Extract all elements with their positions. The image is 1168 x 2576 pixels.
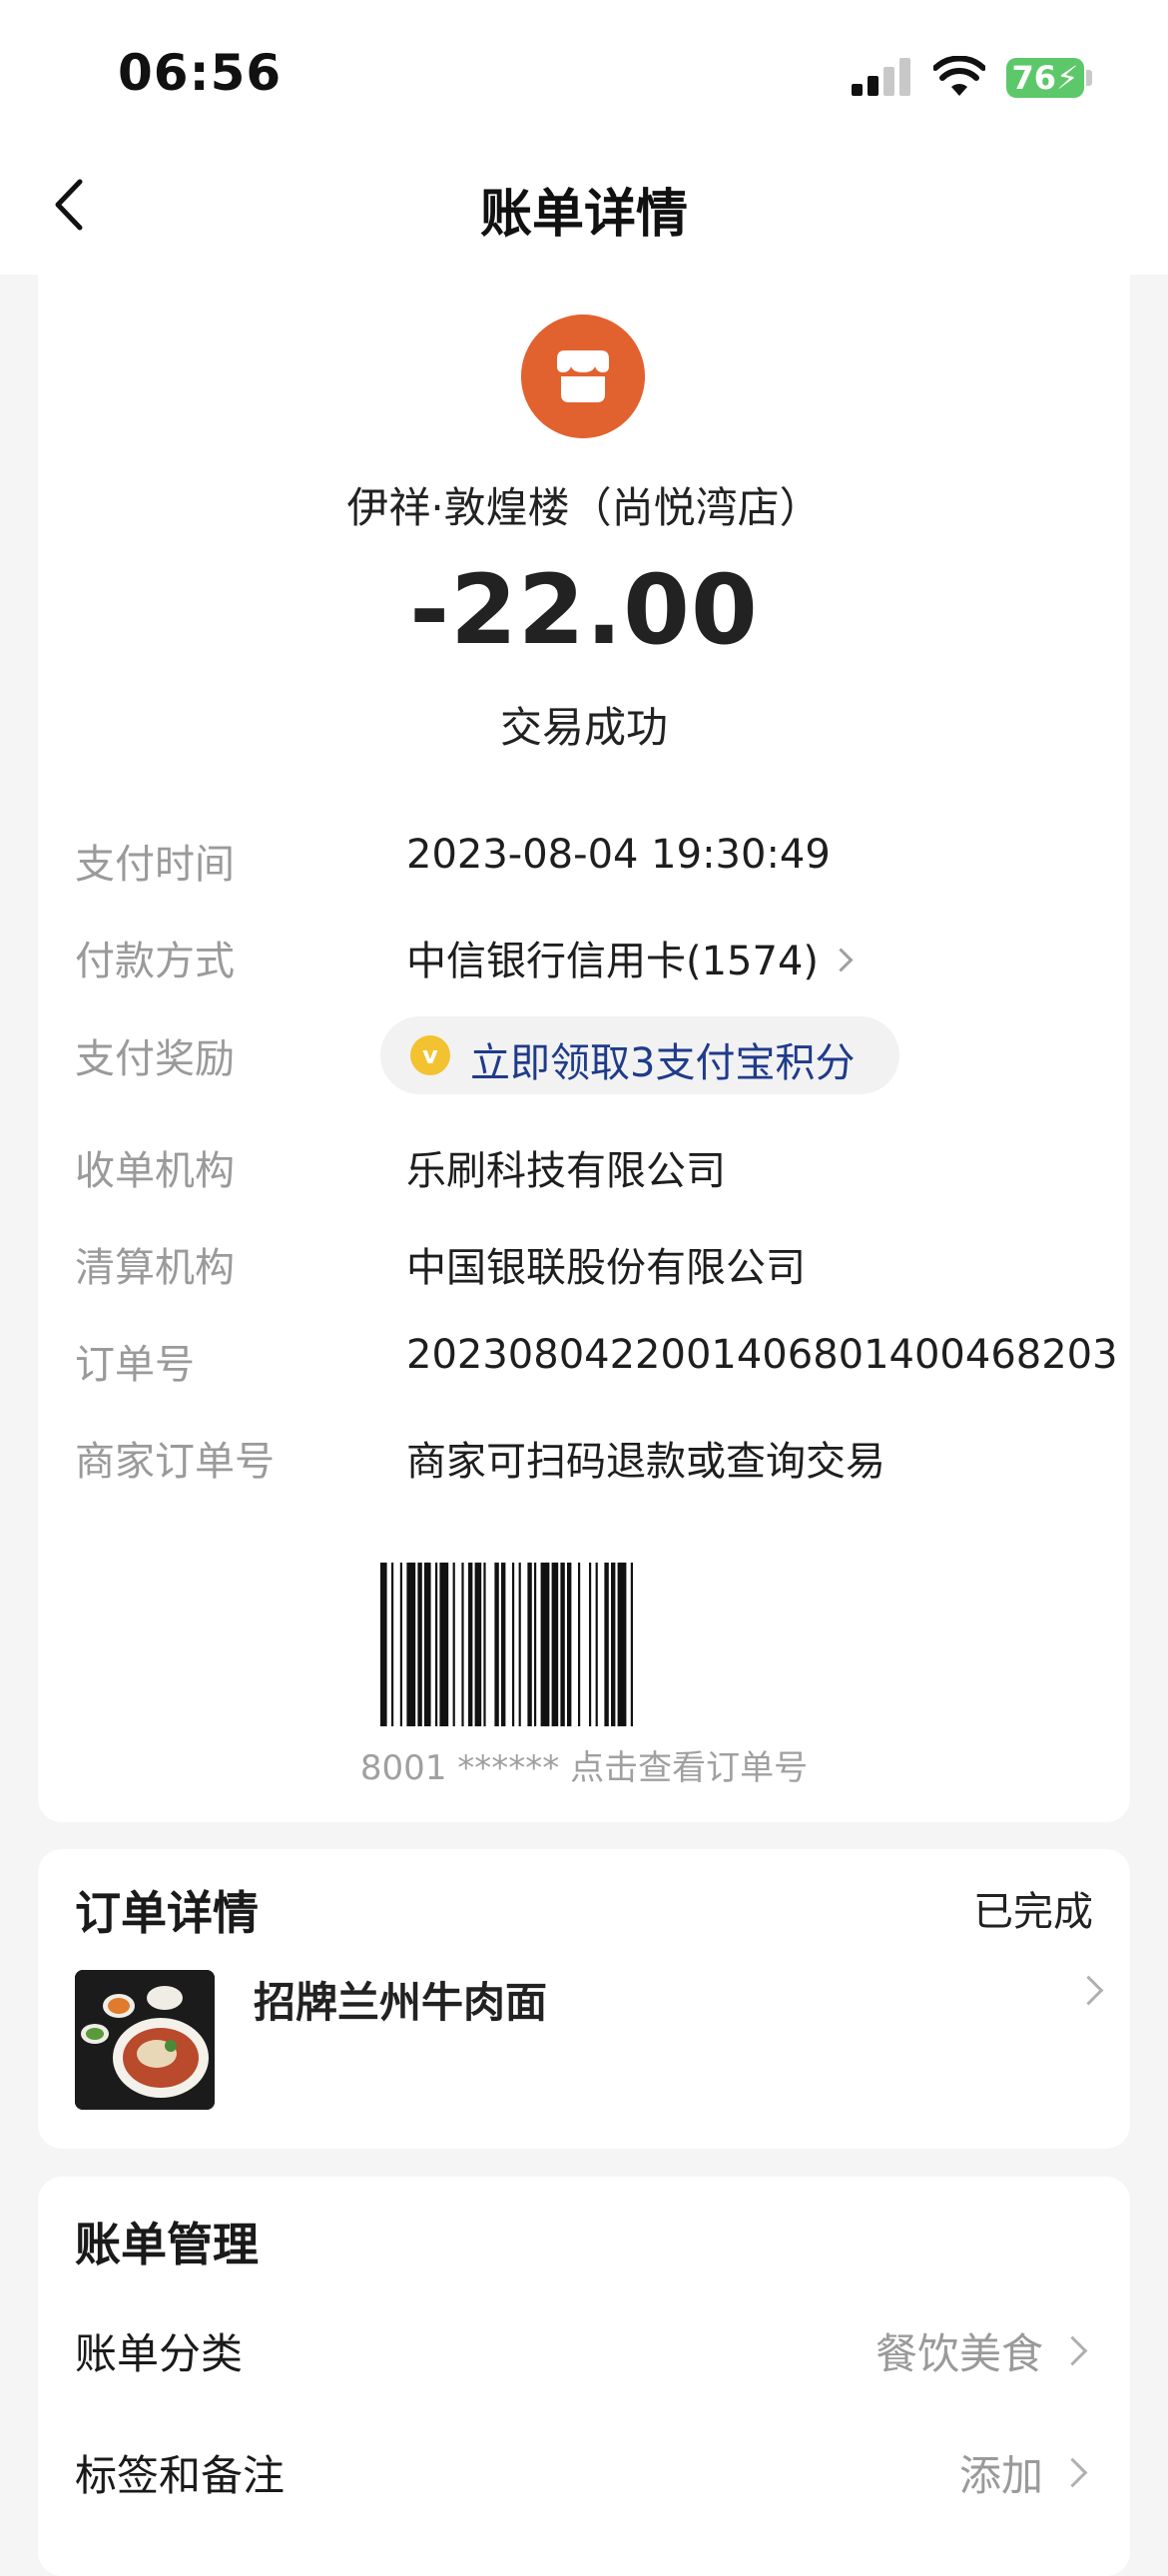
battery-icon: 76⚡ — [1006, 58, 1084, 98]
detail-value: 中国银联股份有限公司 — [406, 1245, 806, 1291]
detail-value: 2023080422001406801400468203 — [406, 1332, 1118, 1378]
detail-label: 支付时间 — [75, 842, 235, 888]
order-section-title: 订单详情 — [75, 1886, 259, 1940]
chevron-right-icon — [829, 947, 854, 972]
status-time: 06:56 — [118, 44, 283, 102]
battery-level: 76 — [1011, 59, 1057, 97]
detail-label: 清算机构 — [75, 1245, 235, 1291]
detail-row-clearing: 清算机构 中国银联股份有限公司 — [75, 1227, 1093, 1291]
detail-label: 订单号 — [75, 1342, 195, 1388]
claim-points-button[interactable]: v 立即领取3支付宝积分 — [380, 1016, 899, 1094]
payment-method-link[interactable]: 中信银行信用卡(1574) — [406, 929, 854, 986]
detail-value: 商家可扫码退款或查询交易 — [406, 1439, 885, 1485]
store-icon — [521, 315, 645, 438]
row-value: 餐饮美食 — [875, 2329, 1043, 2378]
wifi-icon — [933, 56, 985, 96]
detail-value: 乐刷科技有限公司 — [406, 1148, 726, 1194]
detail-label: 付款方式 — [75, 939, 235, 984]
battery-cap — [1086, 70, 1092, 86]
row-value: 添加 — [958, 2451, 1043, 2500]
order-item-name: 招牌兰州牛肉面 — [254, 1978, 548, 2027]
detail-row-reward: 支付奖励 v 立即领取3支付宝积分 — [75, 1016, 1093, 1094]
detail-row-acquirer: 收单机构 乐刷科技有限公司 — [75, 1130, 1093, 1194]
status-bar: 06:56 76⚡ — [0, 0, 1168, 140]
food-thumbnail — [75, 1970, 215, 2110]
transaction-card: 伊祥·敦煌楼（尚悦湾店） -22.00 交易成功 支付时间 2023-08-04… — [38, 275, 1130, 1822]
transaction-amount: -22.00 — [409, 554, 759, 666]
reward-text: 立即领取3支付宝积分 — [470, 1040, 856, 1086]
row-label: 标签和备注 — [75, 2451, 286, 2500]
cellular-signal-icon — [852, 58, 913, 96]
bill-category-row[interactable]: 账单分类 餐饮美食 — [75, 2304, 1093, 2394]
barcode[interactable] — [380, 1563, 788, 1726]
bill-management-card: 账单管理 账单分类 餐饮美食 标签和备注 添加 — [38, 2177, 1130, 2576]
nav-bar: 账单详情 — [0, 140, 1168, 275]
detail-value: 中信银行信用卡(1574) — [406, 939, 820, 984]
detail-value: 2023-08-04 19:30:49 — [406, 832, 831, 878]
transaction-status: 交易成功 — [499, 703, 668, 752]
order-status: 已完成 — [973, 1889, 1093, 1935]
points-coin-icon: v — [410, 1035, 450, 1075]
page-title: 账单详情 — [479, 185, 688, 245]
detail-row-pay-time: 支付时间 2023-08-04 19:30:49 — [75, 824, 1093, 888]
chevron-right-icon — [1073, 1975, 1104, 2006]
detail-row-merchant-order: 商家订单号 商家可扫码退款或查询交易 — [75, 1421, 1093, 1485]
detail-row-payment-method[interactable]: 付款方式 中信银行信用卡(1574) — [75, 921, 1093, 984]
tags-notes-row[interactable]: 标签和备注 添加 — [75, 2426, 1093, 2516]
detail-label: 收单机构 — [75, 1148, 235, 1194]
merchant-name: 伊祥·敦煌楼（尚悦湾店） — [346, 483, 822, 532]
manage-section-title: 账单管理 — [75, 2218, 259, 2271]
order-card[interactable]: 订单详情 已完成 招牌兰州牛肉面 — [38, 1849, 1130, 2149]
detail-label: 商家订单号 — [75, 1439, 275, 1485]
detail-label: 支付奖励 — [75, 1036, 235, 1082]
row-label: 账单分类 — [75, 2329, 244, 2378]
chevron-right-icon — [1057, 2335, 1088, 2366]
detail-row-order-no: 订单号 2023080422001406801400468203 — [75, 1324, 1118, 1388]
chevron-right-icon — [1057, 2457, 1088, 2488]
barcode-caption[interactable]: 8001 ****** 点击查看订单号 — [38, 1740, 1130, 1789]
